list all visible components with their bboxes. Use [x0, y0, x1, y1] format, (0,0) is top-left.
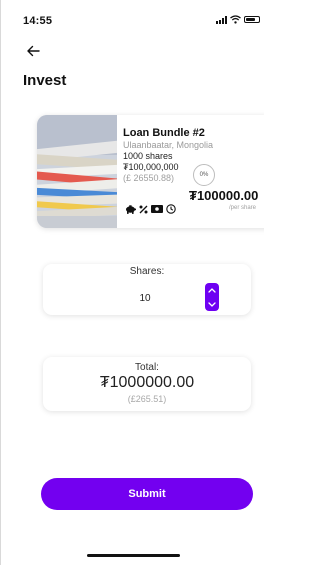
status-bar: 14:55 — [1, 0, 264, 44]
battery-icon — [244, 16, 260, 23]
chevron-up-icon — [208, 287, 216, 293]
invest-screen: 14:55 Invest Loan Bundle #2 Ulaanbaatar,… — [0, 0, 264, 565]
total-gbp: (£265.51) — [127, 394, 167, 404]
feature-icons — [125, 204, 176, 214]
chevron-down-icon — [208, 301, 216, 307]
loan-location: Ulaanbaatar, Mongolia — [123, 140, 214, 150]
funding-progress: 0% — [193, 164, 215, 186]
shares-input[interactable]: 10 — [125, 293, 165, 304]
loan-shares: 1000 shares — [123, 151, 173, 161]
cash-icon — [151, 205, 163, 213]
shares-panel: Shares: 10 — [43, 264, 251, 315]
loan-title: Loan Bundle #2 — [123, 127, 205, 139]
per-share-label: /per share — [229, 205, 257, 211]
clock-icon — [166, 204, 176, 214]
back-button[interactable] — [23, 42, 43, 62]
loan-image — [37, 115, 117, 228]
signal-icon — [216, 15, 227, 24]
shares-label: Shares: — [129, 266, 165, 277]
home-indicator — [87, 554, 180, 557]
submit-button[interactable]: Submit — [41, 478, 253, 510]
decrement-button[interactable] — [205, 297, 219, 311]
page-title: Invest — [23, 72, 67, 89]
status-time: 14:55 — [23, 15, 53, 27]
shares-stepper[interactable] — [205, 283, 219, 311]
arrow-left-icon — [27, 45, 40, 56]
percent-icon — [139, 205, 148, 214]
wifi-icon — [230, 15, 241, 24]
total-panel: Total: ₮1000000.00 (£265.51) — [43, 357, 251, 411]
price-per-share: ₮100000.00 — [189, 188, 259, 203]
total-label: Total: — [135, 362, 159, 373]
total-value: ₮1000000.00 — [99, 374, 195, 391]
piggy-bank-icon — [125, 204, 136, 214]
increment-button[interactable] — [205, 283, 219, 297]
status-icons — [216, 15, 260, 24]
